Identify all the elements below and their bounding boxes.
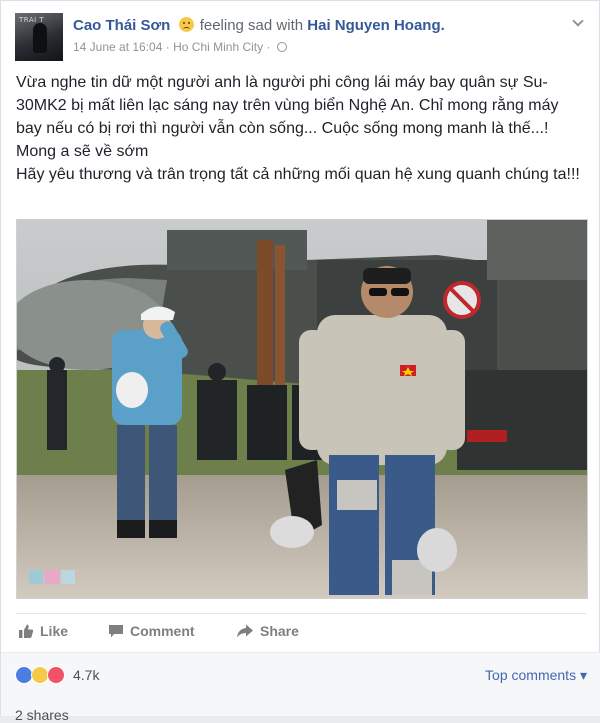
post-paragraph-2: Mong a sẽ về sớm — [16, 143, 149, 160]
feeling-text: feeling sad with — [199, 17, 304, 34]
share-button[interactable]: Share — [236, 623, 299, 639]
top-comments-label: Top comments — [485, 667, 577, 683]
post-text: Vừa nghe tin dữ một người anh là người p… — [16, 71, 584, 186]
share-label: Share — [260, 623, 299, 639]
author-name[interactable]: Cao Thái Sơn — [73, 17, 170, 34]
post-paragraph-3: Hãy yêu thương và trân trọng tất cả nhữn… — [16, 166, 580, 183]
sad-face-icon — [178, 17, 194, 32]
avatar[interactable]: TRAI T — [15, 13, 63, 61]
comment-icon — [109, 625, 123, 638]
reactions-bar: 4.7k Top comments ▾ 2 shares — [1, 652, 600, 723]
avatar-text: TRAI T — [19, 16, 45, 24]
meta-separator-2: · — [266, 40, 271, 54]
post-actions: Like Comment Share — [16, 613, 586, 649]
meta-separator: · — [165, 40, 170, 54]
share-arrow-icon — [237, 624, 253, 638]
post-paragraph-1: Vừa nghe tin dữ một người anh là người p… — [16, 74, 559, 137]
comment-button[interactable]: Comment — [108, 623, 195, 639]
photo-illustration — [17, 220, 587, 598]
post-date[interactable]: 14 June at 16:04 — [73, 40, 162, 54]
globe-icon — [276, 42, 287, 52]
post-title-line: Cao Thái Sơn feeling sad with Hai Nguyen… — [73, 16, 445, 36]
tagged-friend[interactable]: Hai Nguyen Hoang. — [307, 17, 445, 34]
shares-count[interactable]: 2 shares — [15, 707, 69, 723]
post-card: TRAI T Cao Thái Sơn feeling sad with Hai… — [0, 0, 600, 723]
love-reaction-icon[interactable] — [47, 666, 65, 684]
like-label: Like — [40, 623, 69, 639]
chevron-down-icon[interactable] — [571, 15, 585, 29]
post-header: TRAI T Cao Thái Sơn feeling sad with Hai… — [15, 13, 585, 61]
top-comments-dropdown[interactable]: Top comments ▾ — [485, 667, 587, 684]
post-photo[interactable] — [16, 219, 588, 599]
reaction-count[interactable]: 4.7k — [73, 667, 99, 683]
post-meta: 14 June at 16:04 · Ho Chi Minh City · — [73, 40, 287, 54]
thumbs-up-icon — [19, 624, 34, 638]
post-location[interactable]: Ho Chi Minh City — [173, 40, 263, 54]
like-button[interactable]: Like — [18, 623, 68, 639]
comment-label: Comment — [130, 623, 195, 639]
